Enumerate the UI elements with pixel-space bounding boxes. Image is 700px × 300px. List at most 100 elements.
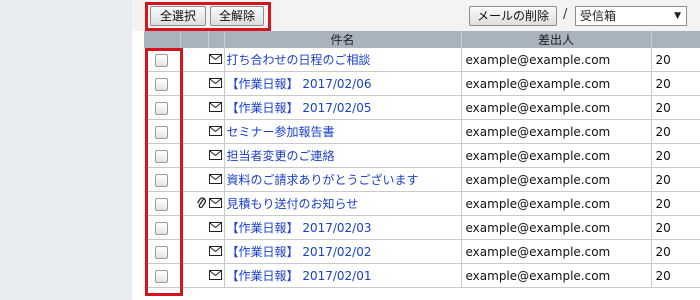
row-checkbox[interactable] <box>155 149 169 163</box>
envelope-icon <box>209 221 223 235</box>
row-checkbox[interactable] <box>155 53 169 67</box>
envelope-icon <box>209 197 223 211</box>
envelope-icon <box>209 101 223 115</box>
row-checkbox[interactable] <box>155 197 169 211</box>
mail-row[interactable]: 資料のご請求ありがとうございます example@example.com 20 <box>144 167 700 192</box>
subject-column-header[interactable]: 件名 <box>224 31 462 48</box>
deselect-all-button[interactable]: 全解除 <box>210 6 264 26</box>
envelope-icon <box>209 53 223 67</box>
delete-mail-button[interactable]: メールの削除 <box>469 6 557 26</box>
attachment-cell <box>180 143 208 168</box>
date-cell: 20 <box>651 239 700 264</box>
envelope-cell <box>208 215 225 240</box>
subject-link[interactable]: 資料のご請求ありがとうございます <box>224 167 462 192</box>
sender-cell: example@example.com <box>461 143 652 168</box>
attachment-cell <box>180 215 208 240</box>
attachment-cell <box>180 95 208 120</box>
sender-cell: example@example.com <box>461 191 652 216</box>
attachment-cell <box>180 48 208 72</box>
date-cell: 20 <box>651 167 700 192</box>
select-all-button[interactable]: 全選択 <box>150 6 206 26</box>
left-sidebar <box>0 0 132 300</box>
subject-link[interactable]: 【作業日報】 2017/02/03 <box>224 215 462 240</box>
date-cell: 20 <box>651 48 700 72</box>
row-checkbox[interactable] <box>155 221 169 235</box>
subject-link[interactable]: 【作業日報】 2017/02/01 <box>224 263 462 288</box>
folder-select[interactable]: 受信箱 ▼ <box>575 6 687 26</box>
row-checkbox[interactable] <box>155 173 169 187</box>
row-checkbox[interactable] <box>155 77 169 91</box>
attachment-column-header <box>180 31 209 48</box>
row-checkbox-cell <box>144 191 181 216</box>
sender-cell: example@example.com <box>461 71 652 96</box>
date-cell: 20 <box>651 191 700 216</box>
date-column-header[interactable] <box>651 31 700 48</box>
date-cell: 20 <box>651 215 700 240</box>
date-cell: 20 <box>651 263 700 288</box>
mail-row[interactable]: 【作業日報】 2017/02/01 example@example.com 20 <box>144 263 700 288</box>
row-checkbox[interactable] <box>155 269 169 283</box>
mail-row[interactable]: 【作業日報】 2017/02/03 example@example.com 20 <box>144 215 700 240</box>
mail-row[interactable]: 【作業日報】 2017/02/05 example@example.com 20 <box>144 95 700 120</box>
subject-link[interactable]: 担当者変更のご連絡 <box>224 143 462 168</box>
row-checkbox-cell <box>144 48 181 72</box>
envelope-icon <box>209 77 223 91</box>
subject-link[interactable]: 【作業日報】 2017/02/05 <box>224 95 462 120</box>
row-checkbox[interactable] <box>155 245 169 259</box>
mail-toolbar: 全選択 全解除 メールの削除 / 受信箱 ▼ <box>132 0 700 31</box>
subject-link[interactable]: セミナー参加報告書 <box>224 119 462 144</box>
row-checkbox-cell <box>144 215 181 240</box>
sender-cell: example@example.com <box>461 95 652 120</box>
envelope-cell <box>208 71 225 96</box>
envelope-cell <box>208 191 225 216</box>
mail-row[interactable]: 担当者変更のご連絡 example@example.com 20 <box>144 143 700 168</box>
subject-link[interactable]: 【作業日報】 2017/02/06 <box>224 71 462 96</box>
date-cell: 20 <box>651 95 700 120</box>
mail-row[interactable]: 見積もり送付のお知らせ example@example.com 20 <box>144 191 700 216</box>
row-checkbox-cell <box>144 143 181 168</box>
mail-row[interactable]: 【作業日報】 2017/02/02 example@example.com 20 <box>144 239 700 264</box>
row-checkbox[interactable] <box>155 125 169 139</box>
sender-column-header[interactable]: 差出人 <box>461 31 652 48</box>
attachment-cell <box>180 167 208 192</box>
envelope-cell <box>208 167 225 192</box>
date-cell: 20 <box>651 119 700 144</box>
subject-link[interactable]: 【作業日報】 2017/02/02 <box>224 239 462 264</box>
dropdown-arrow-icon: ▼ <box>674 11 681 21</box>
row-checkbox-cell <box>144 119 181 144</box>
row-checkbox-cell <box>144 71 181 96</box>
attachment-cell <box>180 191 208 216</box>
envelope-cell <box>208 143 225 168</box>
folder-select-value: 受信箱 <box>580 9 617 23</box>
envelope-cell <box>208 263 225 288</box>
envelope-icon <box>209 269 223 283</box>
mail-row[interactable]: 【作業日報】 2017/02/06 example@example.com 20 <box>144 71 700 96</box>
mail-rows: 打ち合わせの日程のご相談 example@example.com 20 【作業日報】 … <box>144 48 700 288</box>
envelope-icon <box>209 125 223 139</box>
mail-table: 件名 差出人 打ち合わせの日程のご相談 example@example.com 20… <box>144 31 700 288</box>
mail-row[interactable]: 打ち合わせの日程のご相談 example@example.com 20 <box>144 48 700 72</box>
date-cell: 20 <box>651 143 700 168</box>
subject-link[interactable]: 打ち合わせの日程のご相談 <box>224 48 462 72</box>
attachment-cell <box>180 71 208 96</box>
table-header-row: 件名 差出人 <box>144 31 700 48</box>
sender-cell: example@example.com <box>461 167 652 192</box>
envelope-icon <box>209 245 223 259</box>
mail-row[interactable]: セミナー参加報告書 example@example.com 20 <box>144 119 700 144</box>
envelope-icon <box>209 149 223 163</box>
row-checkbox[interactable] <box>155 101 169 115</box>
sender-cell: example@example.com <box>461 263 652 288</box>
status-column-header <box>208 31 225 48</box>
attachment-cell <box>180 263 208 288</box>
toolbar-separator: / <box>563 7 568 22</box>
envelope-icon <box>209 173 223 187</box>
envelope-cell <box>208 48 225 72</box>
sender-cell: example@example.com <box>461 215 652 240</box>
row-checkbox-cell <box>144 167 181 192</box>
subject-link[interactable]: 見積もり送付のお知らせ <box>224 191 462 216</box>
envelope-cell <box>208 119 225 144</box>
row-checkbox-cell <box>144 239 181 264</box>
paperclip-icon <box>197 196 207 212</box>
date-cell: 20 <box>651 71 700 96</box>
attachment-cell <box>180 239 208 264</box>
